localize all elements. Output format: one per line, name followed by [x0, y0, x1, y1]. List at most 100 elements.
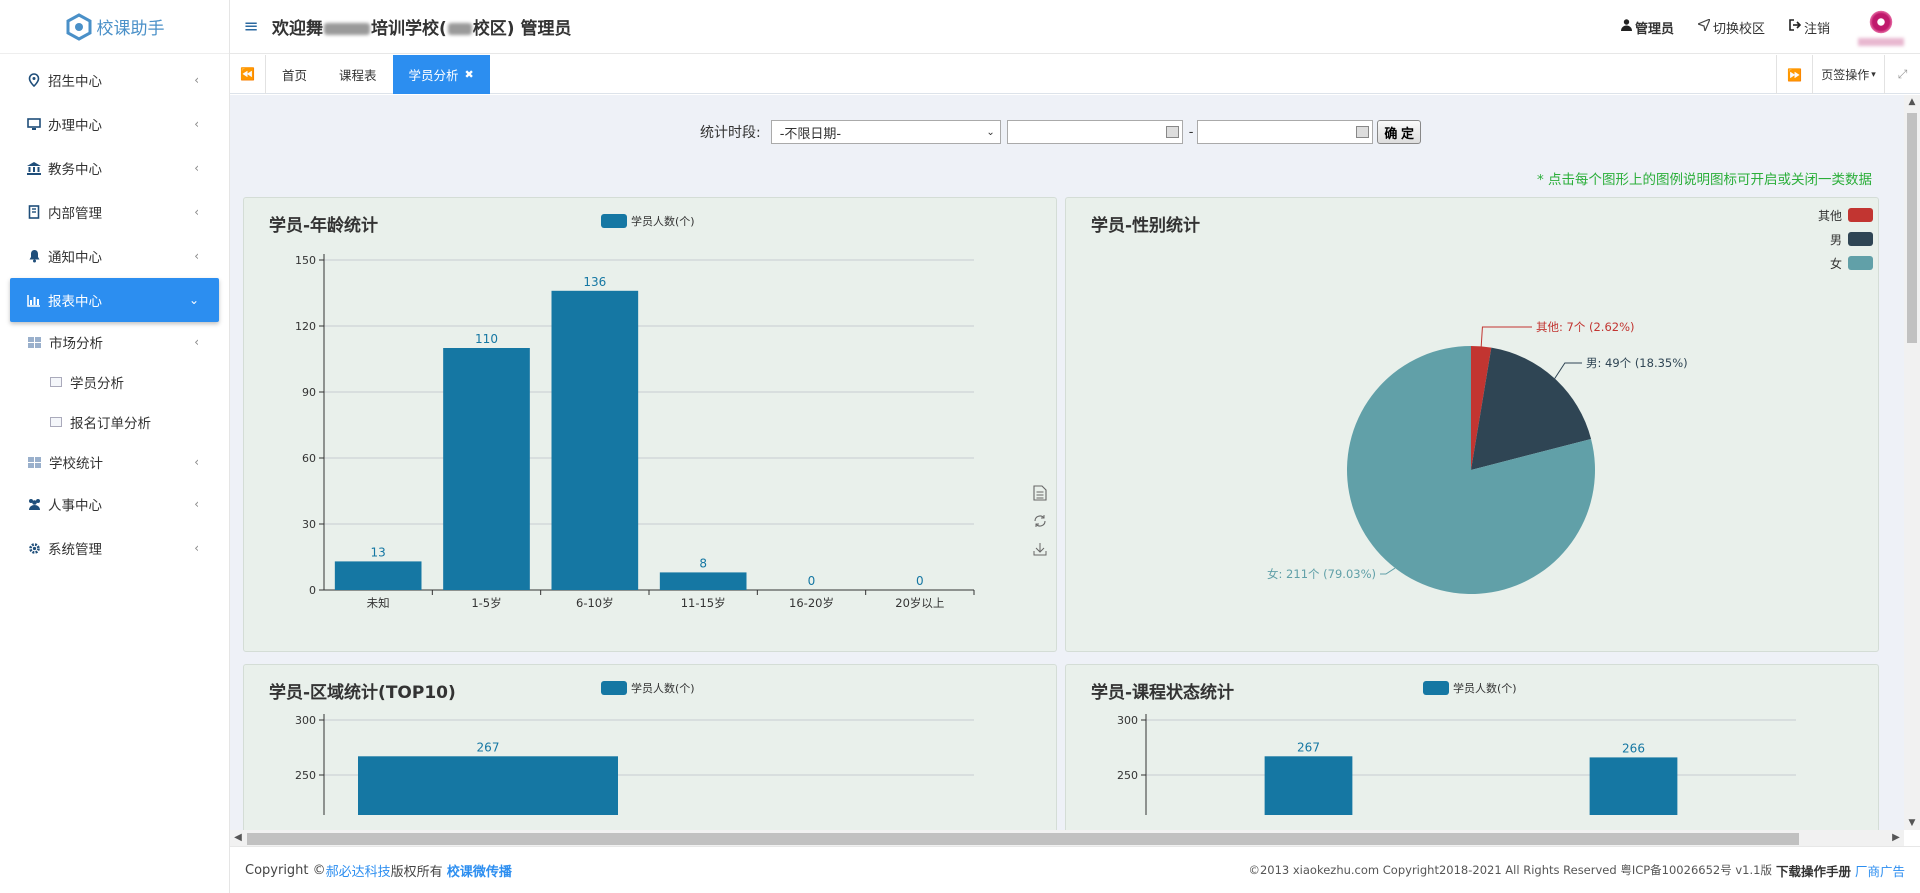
- refresh-icon[interactable]: [1032, 513, 1048, 541]
- hamburger-menu-icon[interactable]: ≡: [230, 16, 272, 37]
- y-tick-label: 30: [302, 518, 316, 531]
- y-tick-label: 90: [302, 386, 316, 399]
- horizontal-scrollbar[interactable]: ◀ ▶: [230, 830, 1904, 846]
- sidebar-subitem-order-analysis[interactable]: 报名订单分析: [0, 402, 229, 442]
- date-to-input[interactable]: [1197, 120, 1374, 144]
- scroll-down-icon[interactable]: ▼: [1904, 818, 1920, 828]
- scroll-left-icon[interactable]: ◀: [230, 830, 246, 846]
- logo[interactable]: 校课助手: [0, 0, 229, 54]
- window-icon: [50, 417, 62, 427]
- chevron-left-icon: ‹: [194, 335, 199, 349]
- sidebar-subitem-school-stats[interactable]: 学校统计 ‹: [0, 442, 229, 482]
- sidebar-item-notice[interactable]: 通知中心 ‹: [0, 234, 229, 278]
- date-from-input[interactable]: [1006, 120, 1183, 144]
- gender-chart-panel: 学员-性别统计 其他 男 女 其他: 7个 (2.62%) 男: 49个 (18.…: [1065, 197, 1879, 652]
- company-link[interactable]: 郝必达科技: [326, 861, 391, 880]
- bar-chart-icon: [26, 292, 42, 308]
- tab-schedule[interactable]: 课程表: [323, 55, 393, 94]
- date-separator: -: [1188, 124, 1194, 140]
- y-tick-label: 300: [295, 714, 316, 727]
- sidebar-item-reports[interactable]: 报表中心 ⌄: [10, 278, 219, 322]
- sidebar-item-academic[interactable]: 教务中心 ‹: [0, 146, 229, 190]
- fullscreen-icon[interactable]: ⤢: [1884, 55, 1920, 94]
- chart-toolbox: [1032, 485, 1048, 569]
- filter-row: 统计时段: -不限日期- ⌄ - 确 定: [700, 120, 1422, 144]
- pie-label: 男: 49个 (18.35%): [1586, 356, 1688, 370]
- region-chart-panel: 学员-区域统计(TOP10) 学员人数(个) 250 300 267: [243, 664, 1057, 830]
- chevron-left-icon: ‹: [194, 73, 199, 87]
- scroll-up-icon[interactable]: ▲: [1904, 97, 1920, 107]
- age-chart-panel: 学员-年龄统计 学员人数(个) 0 30 60 90 120 150 13 110 136 8 0 0…: [243, 197, 1057, 652]
- chevron-left-icon: ‹: [194, 205, 199, 219]
- data-label: 267: [477, 740, 500, 754]
- page-title: 欢迎舞 培训学校(校区) 管理员: [272, 14, 571, 39]
- footer: Copyright © 郝必达科技 版权所有 校课微传播 ©2013 xiaokez…: [230, 846, 1920, 893]
- book-icon: [26, 204, 42, 220]
- bank-icon: [26, 160, 42, 176]
- tab-scroll-right-icon[interactable]: ⏩: [1776, 55, 1812, 94]
- footer-legal-text: ©2013 xiaokezhu.com Copyright2018-2021 A…: [1248, 863, 1772, 877]
- vendor-ad-link[interactable]: 厂商广告: [1855, 861, 1905, 880]
- tab-scroll-left-icon[interactable]: ⏪: [230, 54, 266, 94]
- sidebar-subitem-market[interactable]: 市场分析 ‹: [0, 322, 229, 362]
- sidebar-item-label: 人事中心: [48, 498, 102, 514]
- x-tick-label: 11-15岁: [681, 596, 726, 610]
- scrollbar-thumb[interactable]: [1907, 113, 1917, 343]
- brand-link[interactable]: 校课微传播: [447, 861, 512, 880]
- avatar[interactable]: [1854, 3, 1908, 51]
- tab-operations-dropdown[interactable]: 页签操作 ▾: [1812, 55, 1884, 94]
- logout-link[interactable]: 注销: [1789, 18, 1830, 37]
- window-icon: [50, 377, 62, 387]
- main-content: 统计时段: -不限日期- ⌄ - 确 定 * 点击每个图形上的图例说明图标可开启…: [230, 95, 1904, 830]
- sidebar-item-enrollment[interactable]: 招生中心 ‹: [0, 58, 229, 102]
- user-icon: [1620, 19, 1632, 35]
- sidebar-item-label: 内部管理: [48, 206, 102, 222]
- sidebar-item-label: 招生中心: [48, 74, 102, 90]
- bell-icon: [26, 248, 42, 264]
- pie-label: 其他: 7个 (2.62%): [1536, 320, 1635, 334]
- data-view-icon[interactable]: [1033, 485, 1047, 513]
- calendar-icon[interactable]: [1165, 126, 1179, 138]
- tab-student-analysis[interactable]: 学员分析 ✖: [392, 54, 490, 94]
- switch-campus-link[interactable]: 切换校区: [1696, 17, 1765, 37]
- y-tick-label: 0: [309, 584, 316, 597]
- x-tick-label: 6-10岁: [576, 596, 614, 610]
- sidebar-item-label: 通知中心: [48, 250, 102, 266]
- close-icon[interactable]: ✖: [465, 68, 474, 81]
- sidebar-subitem-label: 市场分析: [49, 336, 103, 352]
- confirm-button[interactable]: 确 定: [1377, 120, 1422, 144]
- sidebar-item-handling[interactable]: 办理中心 ‹: [0, 102, 229, 146]
- tab-home[interactable]: 首页: [266, 55, 323, 94]
- bar: [551, 290, 639, 590]
- admin-link[interactable]: 管理员: [1620, 18, 1674, 37]
- x-tick-label: 未知: [367, 596, 390, 610]
- pie-label-line: [1380, 567, 1396, 575]
- sidebar-subitem-student-analysis[interactable]: 学员分析: [0, 362, 229, 402]
- vertical-scrollbar[interactable]: ▲ ▼: [1904, 95, 1920, 830]
- download-manual-link[interactable]: 下载操作手册: [1776, 861, 1851, 880]
- tab-bar-actions: ⏩ 页签操作 ▾ ⤢: [1776, 55, 1920, 94]
- download-icon[interactable]: [1032, 541, 1048, 569]
- course-status-bar-chart: 250 300 267 266: [1117, 714, 1796, 815]
- sidebar-item-system[interactable]: 系统管理 ‹: [0, 526, 229, 570]
- period-select[interactable]: -不限日期- ⌄: [770, 120, 1001, 144]
- bar: [334, 561, 422, 590]
- x-tick-label: 1-5岁: [471, 596, 501, 610]
- rights-text: 版权所有: [390, 864, 443, 880]
- sidebar-subitem-label: 报名订单分析: [70, 416, 151, 432]
- copyright-text: Copyright ©: [245, 862, 326, 878]
- chevron-left-icon: ‹: [194, 497, 199, 511]
- chevron-left-icon: ‹: [194, 455, 199, 469]
- scrollbar-thumb[interactable]: [247, 833, 1799, 845]
- period-select-value: -不限日期-: [779, 126, 842, 142]
- period-label: 统计时段:: [700, 125, 761, 141]
- scroll-right-icon[interactable]: ▶: [1888, 830, 1904, 846]
- data-label: 0: [808, 574, 816, 588]
- sidebar-subitem-label: 学校统计: [49, 456, 103, 472]
- sidebar-item-internal[interactable]: 内部管理 ‹: [0, 190, 229, 234]
- calendar-icon[interactable]: [1356, 126, 1370, 138]
- y-tick-label: 120: [295, 320, 316, 333]
- data-label: 267: [1297, 740, 1320, 754]
- caret-down-icon: ▾: [1871, 69, 1876, 80]
- sidebar-item-hr[interactable]: 人事中心 ‹: [0, 482, 229, 526]
